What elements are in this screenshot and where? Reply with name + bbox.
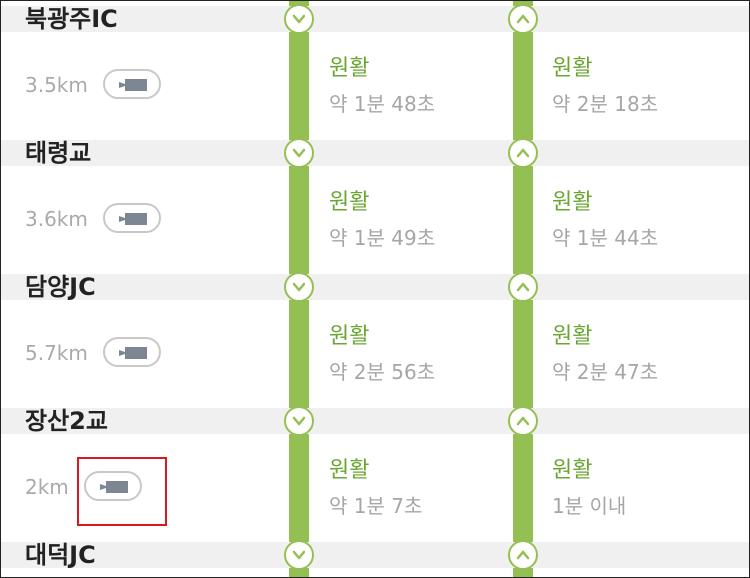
- down-status: 원활: [329, 324, 370, 349]
- station-band: [1, 274, 749, 300]
- chevron-down-icon[interactable]: [284, 272, 314, 302]
- segment-distance: 2km: [25, 475, 69, 499]
- chevron-down-icon[interactable]: [284, 540, 314, 570]
- station-band: [1, 542, 749, 568]
- up-status: 원활: [552, 324, 593, 349]
- chevron-down-icon[interactable]: [284, 4, 314, 34]
- up-travel-time: 약 1분 44초: [552, 226, 659, 250]
- station-band: [1, 140, 749, 166]
- station-name: 장산2교: [25, 407, 108, 435]
- station-name: 태령교: [25, 139, 92, 167]
- station-name: 북광주IC: [25, 5, 118, 33]
- chevron-up-icon[interactable]: [508, 4, 538, 34]
- segment-distance: 3.6km: [25, 207, 88, 231]
- highway-traffic-panel: 북광주IC 3.5km 원활 약 1분 48초 원활 약 2분 18초 태령교 …: [0, 0, 750, 578]
- chevron-up-icon[interactable]: [508, 406, 538, 436]
- cctv-button[interactable]: [103, 203, 161, 233]
- segment-distance: 5.7km: [25, 341, 88, 365]
- chevron-down-icon[interactable]: [284, 406, 314, 436]
- station-band: [1, 408, 749, 434]
- selection-highlight: [77, 457, 167, 526]
- down-status: 원활: [329, 56, 370, 81]
- chevron-down-icon[interactable]: [284, 138, 314, 168]
- down-travel-time: 약 1분 48초: [329, 92, 436, 116]
- cctv-button[interactable]: [103, 337, 161, 367]
- chevron-up-icon[interactable]: [508, 272, 538, 302]
- cctv-camera-icon: [119, 347, 147, 359]
- up-status: 원활: [552, 56, 593, 81]
- up-travel-time: 1분 이내: [552, 494, 627, 518]
- cctv-camera-icon: [119, 79, 147, 91]
- up-travel-time: 약 2분 47초: [552, 360, 659, 384]
- station-name: 대덕JC: [25, 541, 96, 569]
- station-name: 담양JC: [25, 273, 96, 301]
- down-travel-time: 약 2분 56초: [329, 360, 436, 384]
- down-status: 원활: [329, 190, 370, 215]
- cctv-camera-icon: [119, 213, 147, 225]
- up-status: 원활: [552, 190, 593, 215]
- up-travel-time: 약 2분 18초: [552, 92, 659, 116]
- segment-distance: 3.5km: [25, 73, 88, 97]
- down-travel-time: 약 1분 49초: [329, 226, 436, 250]
- down-status: 원활: [329, 458, 370, 483]
- down-travel-time: 약 1분 7초: [329, 494, 423, 518]
- cctv-button[interactable]: [103, 69, 161, 99]
- up-status: 원활: [552, 458, 593, 483]
- chevron-up-icon[interactable]: [508, 540, 538, 570]
- chevron-up-icon[interactable]: [508, 138, 538, 168]
